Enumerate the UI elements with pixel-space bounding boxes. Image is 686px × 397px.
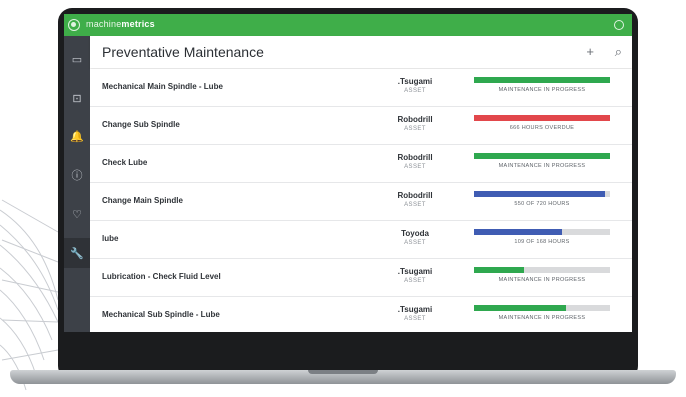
maintenance-list: Mechanical Main Spindle - Lube .Tsugami A… — [90, 69, 632, 332]
asset-label: ASSET — [404, 240, 426, 246]
app-screen: machinemetrics ▭ ⊡ 🔔 ⓘ ♡ 🔧 Preventative … — [64, 14, 632, 332]
search-button[interactable]: ⌕ — [615, 44, 622, 60]
wrench-icon: 🔧 — [70, 247, 84, 260]
laptop-notch — [308, 370, 378, 374]
asset-label: ASSET — [404, 164, 426, 170]
search-icon: ⌕ — [614, 44, 622, 59]
asset-name: .Tsugami — [397, 267, 433, 276]
page-header: Preventative Maintenance + ⌕ — [90, 36, 632, 68]
table-row[interactable]: Change Sub Spindle Robodrill ASSET 666 HO… — [90, 107, 632, 145]
brand-name: machinemetrics — [86, 19, 155, 29]
table-row[interactable]: Mechanical Main Spindle - Lube .Tsugami A… — [90, 69, 632, 107]
task-name: Check Lube — [102, 158, 148, 167]
sidebar: ▭ ⊡ 🔔 ⓘ ♡ 🔧 — [64, 36, 90, 332]
task-name: lube — [102, 234, 119, 243]
status-text: 550 OF 720 HOURS — [514, 201, 570, 207]
task-name: Change Sub Spindle — [102, 120, 180, 129]
asset-name: Robodrill — [397, 191, 433, 200]
progress-fill — [474, 191, 605, 197]
plus-icon: + — [586, 44, 594, 59]
progress-bar — [474, 115, 610, 121]
progress-fill — [474, 229, 563, 235]
status-text: MAINTENANCE IN PROGRESS — [498, 315, 586, 321]
status-text: MAINTENANCE IN PROGRESS — [498, 163, 586, 169]
sidebar-item-wallet[interactable]: ▭ — [64, 44, 90, 74]
bell-icon: 🔔 — [70, 130, 84, 143]
task-name: Change Main Spindle — [102, 196, 183, 205]
asset-name: Robodrill — [397, 115, 433, 124]
progress-fill — [474, 305, 567, 311]
laptop-frame: machinemetrics ▭ ⊡ 🔔 ⓘ ♡ 🔧 Preventative … — [58, 8, 638, 380]
sidebar-item-notifications[interactable]: 🔔 — [64, 121, 90, 151]
table-row[interactable]: Check Lube Robodrill ASSET MAINTENANCE IN… — [90, 145, 632, 183]
asset-name: .Tsugami — [397, 305, 433, 314]
progress-fill — [474, 153, 610, 159]
page-title: Preventative Maintenance — [102, 44, 264, 60]
progress-bar — [474, 305, 610, 311]
progress-bar — [474, 229, 610, 235]
asset-label: ASSET — [404, 88, 426, 94]
progress-bar — [474, 191, 610, 197]
chart-icon: ⊡ — [72, 92, 82, 105]
task-name: Mechanical Sub Spindle - Lube — [102, 310, 220, 319]
status-text: MAINTENANCE IN PROGRESS — [498, 87, 586, 93]
table-row[interactable]: Change Main Spindle Robodrill ASSET 550 O… — [90, 183, 632, 221]
top-bar: machinemetrics — [64, 14, 632, 36]
alert-icon: ⓘ — [71, 170, 83, 182]
sidebar-item-health[interactable]: ♡ — [64, 199, 90, 229]
sidebar-item-chart[interactable]: ⊡ — [64, 83, 90, 113]
status-text: 666 HOURS OVERDUE — [509, 125, 575, 131]
progress-fill — [474, 77, 610, 83]
asset-name: Robodrill — [397, 153, 433, 162]
progress-fill — [474, 115, 610, 121]
table-row[interactable]: lube Toyoda ASSET 109 OF 168 HOURS — [90, 221, 632, 259]
status-text: MAINTENANCE IN PROGRESS — [498, 277, 586, 283]
user-menu-icon[interactable] — [614, 20, 624, 30]
wallet-icon: ▭ — [71, 53, 83, 66]
table-row[interactable]: Mechanical Sub Spindle - Lube .Tsugami AS… — [90, 297, 632, 332]
machinemetrics-logo-icon — [68, 19, 80, 31]
status-text: 109 OF 168 HOURS — [514, 239, 570, 245]
sidebar-item-maintenance[interactable]: 🔧 — [64, 238, 90, 268]
asset-name: .Tsugami — [397, 77, 433, 86]
asset-label: ASSET — [404, 126, 426, 132]
sidebar-item-alerts[interactable]: ⓘ — [64, 160, 90, 190]
task-name: Lubrication - Check Fluid Level — [102, 272, 221, 281]
progress-fill — [474, 267, 525, 273]
asset-label: ASSET — [404, 316, 426, 322]
heartbeat-icon: ♡ — [72, 208, 82, 221]
progress-bar — [474, 153, 610, 159]
asset-name: Toyoda — [401, 229, 429, 238]
table-row[interactable]: Lubrication - Check Fluid Level .Tsugami… — [90, 259, 632, 297]
asset-label: ASSET — [404, 202, 426, 208]
add-button[interactable]: + — [586, 44, 594, 59]
progress-bar — [474, 267, 610, 273]
asset-label: ASSET — [404, 278, 426, 284]
progress-bar — [474, 77, 610, 83]
task-name: Mechanical Main Spindle - Lube — [102, 82, 223, 91]
